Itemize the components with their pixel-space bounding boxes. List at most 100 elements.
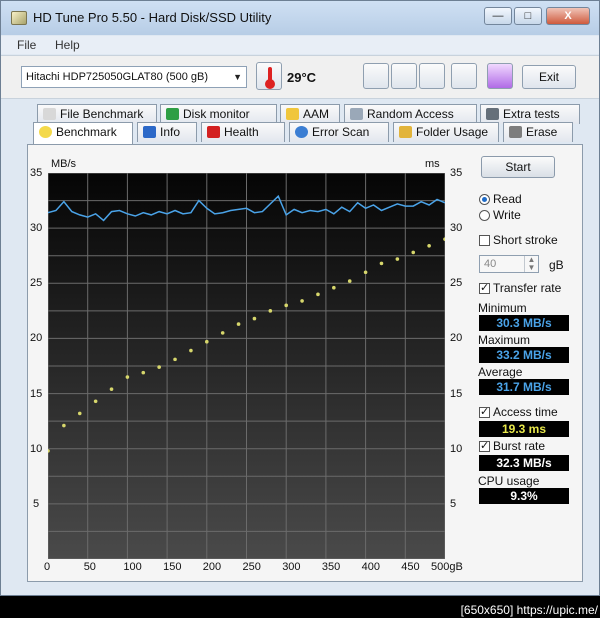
left-y-tick-label: 25 [30,277,43,290]
burst-rate-value: 32.3 MB/s [479,455,569,471]
left-y-tick-label: 5 [33,497,40,510]
menu-bar: File Help [1,36,599,54]
app-logo-icon [11,11,27,25]
access-time-point [109,387,114,391]
left-y-tick-label: 30 [30,222,43,235]
left-y-tick-label: 20 [30,332,43,345]
access-time-point [173,357,177,362]
camera-icon[interactable] [419,63,445,89]
access-time-point [395,257,400,261]
menu-file[interactable]: File [17,38,36,52]
chart-svg [48,173,445,559]
minimize-button[interactable]: — [484,7,512,25]
tab-random-access[interactable]: Random Access [344,104,477,124]
right-y-tick-label: 25 [450,277,463,290]
copy-icon[interactable] [363,63,389,89]
tab-aam[interactable]: AAM [280,104,340,124]
right-y-tick-label: 5 [450,497,457,510]
x-tick-label: 100 [123,561,142,573]
temperature-readout: 29°C [287,70,317,85]
download-icon[interactable] [487,63,513,89]
x-tick-label: 0 [44,561,51,573]
burst-rate-checkbox[interactable] [479,439,490,452]
access-time-label: Access time [493,405,558,419]
window-title: HD Tune Pro 5.50 - Hard Disk/SSD Utility [33,10,272,25]
x-tick-label: 300 [282,561,301,573]
access-time-point [284,303,288,308]
benchmark-chart [48,173,445,559]
right-y-tick-label: 15 [450,387,463,400]
read-radio[interactable] [479,194,490,205]
minimum-value: 30.3 MB/s [479,315,569,331]
x-tick-label: 350 [321,561,341,573]
chevron-down-icon: ▼ [233,72,242,82]
maximize-button[interactable]: □ [514,7,542,25]
tab-benchmark[interactable]: Benchmark [33,122,133,144]
wrench-icon[interactable] [451,63,477,89]
right-y-tick-label: 35 [450,167,463,179]
access-time-point [363,270,368,275]
exit-button[interactable]: Exit [522,65,576,89]
minimum-label: Minimum [478,301,527,315]
access-time-point [427,243,431,248]
title-bar: HD Tune Pro 5.50 - Hard Disk/SSD Utility… [1,1,599,35]
copy-all-icon[interactable] [391,63,417,89]
drive-select[interactable]: Hitachi HDP725050GLAT80 (500 gB) ▼ [21,66,247,88]
menu-help[interactable]: Help [55,38,80,52]
access-time-point [220,331,225,335]
access-time-point [252,316,257,321]
access-time-point [205,339,209,344]
access-time-point [443,237,445,241]
short-stroke-checkbox[interactable] [479,235,490,246]
average-label: Average [478,365,523,379]
tab-file-benchmark[interactable]: File Benchmark [37,104,157,124]
transfer-rate-checkbox[interactable] [479,281,490,294]
tab-error-scan[interactable]: Error Scan [289,122,389,142]
left-axis-label: MB/s [51,158,77,170]
access-time-point [236,322,241,326]
spinner-arrows-icon[interactable]: ▲ ▼ [524,256,538,272]
burst-rate-label: Burst rate [493,439,546,453]
access-time-point [189,348,193,353]
toolbar: Hitachi HDP725050GLAT80 (500 gB) ▼ 29°C … [1,55,599,99]
access-time-point [379,261,384,266]
short-stroke-unit: gB [549,258,564,272]
read-label: Read [493,192,522,206]
cpu-usage-label: CPU usage [478,474,540,488]
access-time-point [347,279,352,283]
access-time-point [77,411,82,416]
access-time-value: 19.3 ms [479,421,569,437]
access-time-point [316,292,320,297]
start-button[interactable]: Start [481,156,555,178]
maximum-value: 33.2 MB/s [479,347,569,363]
access-time-checkbox[interactable] [479,405,490,418]
left-y-tick-label: 15 [30,387,43,400]
write-radio[interactable] [479,210,490,221]
access-time-point [300,299,304,303]
x-tick-label: 150 [163,561,182,573]
x-tick-label: 500gB [431,561,463,573]
transfer-rate-label: Transfer rate [493,281,562,295]
x-tick-label: 450 [401,561,420,573]
access-time-point [411,250,416,255]
tab-extra-tests[interactable]: Extra tests [480,104,580,124]
short-stroke-spinner[interactable]: 40 ▲ ▼ [479,255,539,273]
tab-disk-monitor[interactable]: Disk monitor [160,104,277,124]
tab-info[interactable]: Info [137,122,197,142]
maximum-label: Maximum [478,333,531,347]
tab-erase[interactable]: Erase [503,122,573,142]
tab-folder-usage[interactable]: Folder Usage [393,122,499,142]
close-button[interactable]: X [546,7,590,25]
access-time-point [268,309,273,313]
cpu-usage-value: 9.3% [479,488,569,504]
tab-bar: File Benchmark Disk monitor AAM Random A… [1,101,599,145]
left-y-tick-label: 10 [30,442,43,455]
footer-watermark: [650x650] https://upic.me/ [460,603,598,617]
right-y-tick-label: 20 [450,332,463,345]
access-time-point [125,375,130,379]
tab-health[interactable]: Health [201,122,285,142]
x-tick-label: 50 [83,561,96,573]
access-time-point [48,449,50,453]
right-y-tick-label: 10 [450,442,463,455]
access-time-point [141,370,146,375]
